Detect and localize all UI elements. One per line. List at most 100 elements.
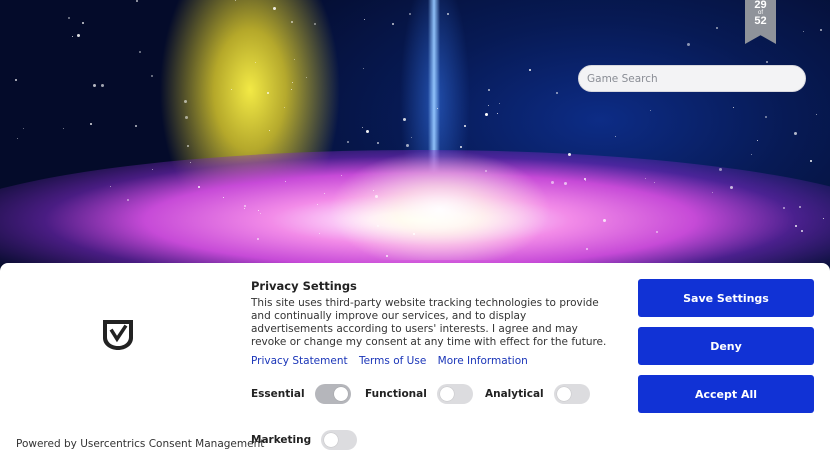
star (488, 105, 489, 106)
star (185, 116, 188, 119)
star (687, 43, 690, 46)
star (63, 128, 64, 129)
toggle-functional-label: Functional (365, 388, 427, 400)
save-settings-button[interactable]: Save Settings (638, 279, 814, 317)
toggle-essential-label: Essential (251, 388, 305, 400)
star (586, 248, 588, 250)
star (136, 0, 138, 2)
star (366, 130, 369, 133)
star (795, 225, 797, 227)
star (260, 213, 261, 214)
star (267, 92, 269, 94)
usercentrics-shield-icon (103, 320, 133, 350)
star (77, 34, 80, 37)
star (101, 84, 104, 87)
star (255, 62, 256, 63)
star (187, 145, 189, 147)
toggle-analytical-row: Analytical (485, 384, 590, 404)
toggle-functional-row: Functional (365, 384, 473, 404)
star (406, 144, 409, 147)
star (603, 219, 606, 222)
star (464, 125, 466, 127)
functional-toggle[interactable] (436, 384, 473, 404)
privacy-settings-title: Privacy Settings (251, 279, 357, 293)
star (411, 137, 412, 138)
marketing-toggle[interactable] (321, 430, 358, 450)
star (551, 181, 554, 184)
star (584, 178, 586, 180)
star (585, 180, 586, 181)
privacy-links: Privacy Statement Terms of Use More Info… (251, 355, 536, 367)
star (15, 79, 17, 81)
star (650, 110, 651, 111)
star (319, 233, 320, 234)
toggle-knob (333, 387, 348, 401)
star (244, 205, 246, 207)
star (568, 153, 571, 156)
star (803, 31, 804, 32)
star (90, 123, 92, 125)
star (314, 23, 316, 25)
star (485, 170, 487, 172)
star (719, 168, 722, 171)
star (794, 132, 797, 135)
toggle-knob (556, 387, 571, 401)
star (499, 103, 500, 104)
accept-all-button[interactable]: Accept All (638, 375, 814, 413)
privacy-statement-link[interactable]: Privacy Statement (251, 355, 348, 367)
star (529, 69, 531, 71)
star (258, 210, 259, 211)
star (823, 218, 824, 219)
star (556, 92, 558, 94)
star (392, 23, 394, 25)
star (294, 59, 295, 60)
star (413, 233, 415, 235)
star (285, 181, 286, 182)
star (654, 182, 655, 183)
star (341, 175, 342, 176)
star (820, 29, 822, 31)
star (765, 116, 767, 118)
star (17, 138, 18, 139)
star (751, 154, 752, 155)
star (363, 68, 364, 69)
star (72, 36, 73, 37)
more-information-link[interactable]: More Information (438, 355, 528, 367)
star (257, 238, 259, 240)
game-search-input[interactable] (578, 65, 806, 92)
star (244, 208, 245, 209)
star (269, 130, 270, 131)
star (783, 207, 785, 209)
star (403, 118, 406, 121)
star (757, 140, 758, 141)
star (373, 190, 374, 191)
star (656, 231, 658, 233)
star (485, 113, 488, 116)
star (615, 136, 616, 137)
star (437, 108, 438, 109)
star (364, 19, 365, 20)
star (306, 77, 307, 78)
star (292, 82, 293, 83)
toggle-marketing-label: Marketing (251, 434, 312, 446)
star (284, 107, 285, 108)
toggle-knob (439, 387, 454, 401)
star (231, 89, 232, 90)
star (730, 186, 733, 189)
essential-toggle[interactable] (314, 384, 351, 404)
star (362, 127, 363, 128)
star (127, 199, 129, 201)
terms-of-use-link[interactable]: Terms of Use (359, 355, 426, 367)
star (816, 114, 817, 115)
star (151, 75, 153, 77)
star (135, 125, 137, 127)
star (190, 162, 191, 163)
star (184, 100, 187, 103)
star (273, 7, 276, 10)
star (716, 27, 718, 29)
star (810, 160, 812, 162)
star (386, 255, 388, 257)
deny-button[interactable]: Deny (638, 327, 814, 365)
analytical-toggle[interactable] (553, 384, 590, 404)
star (324, 193, 325, 194)
